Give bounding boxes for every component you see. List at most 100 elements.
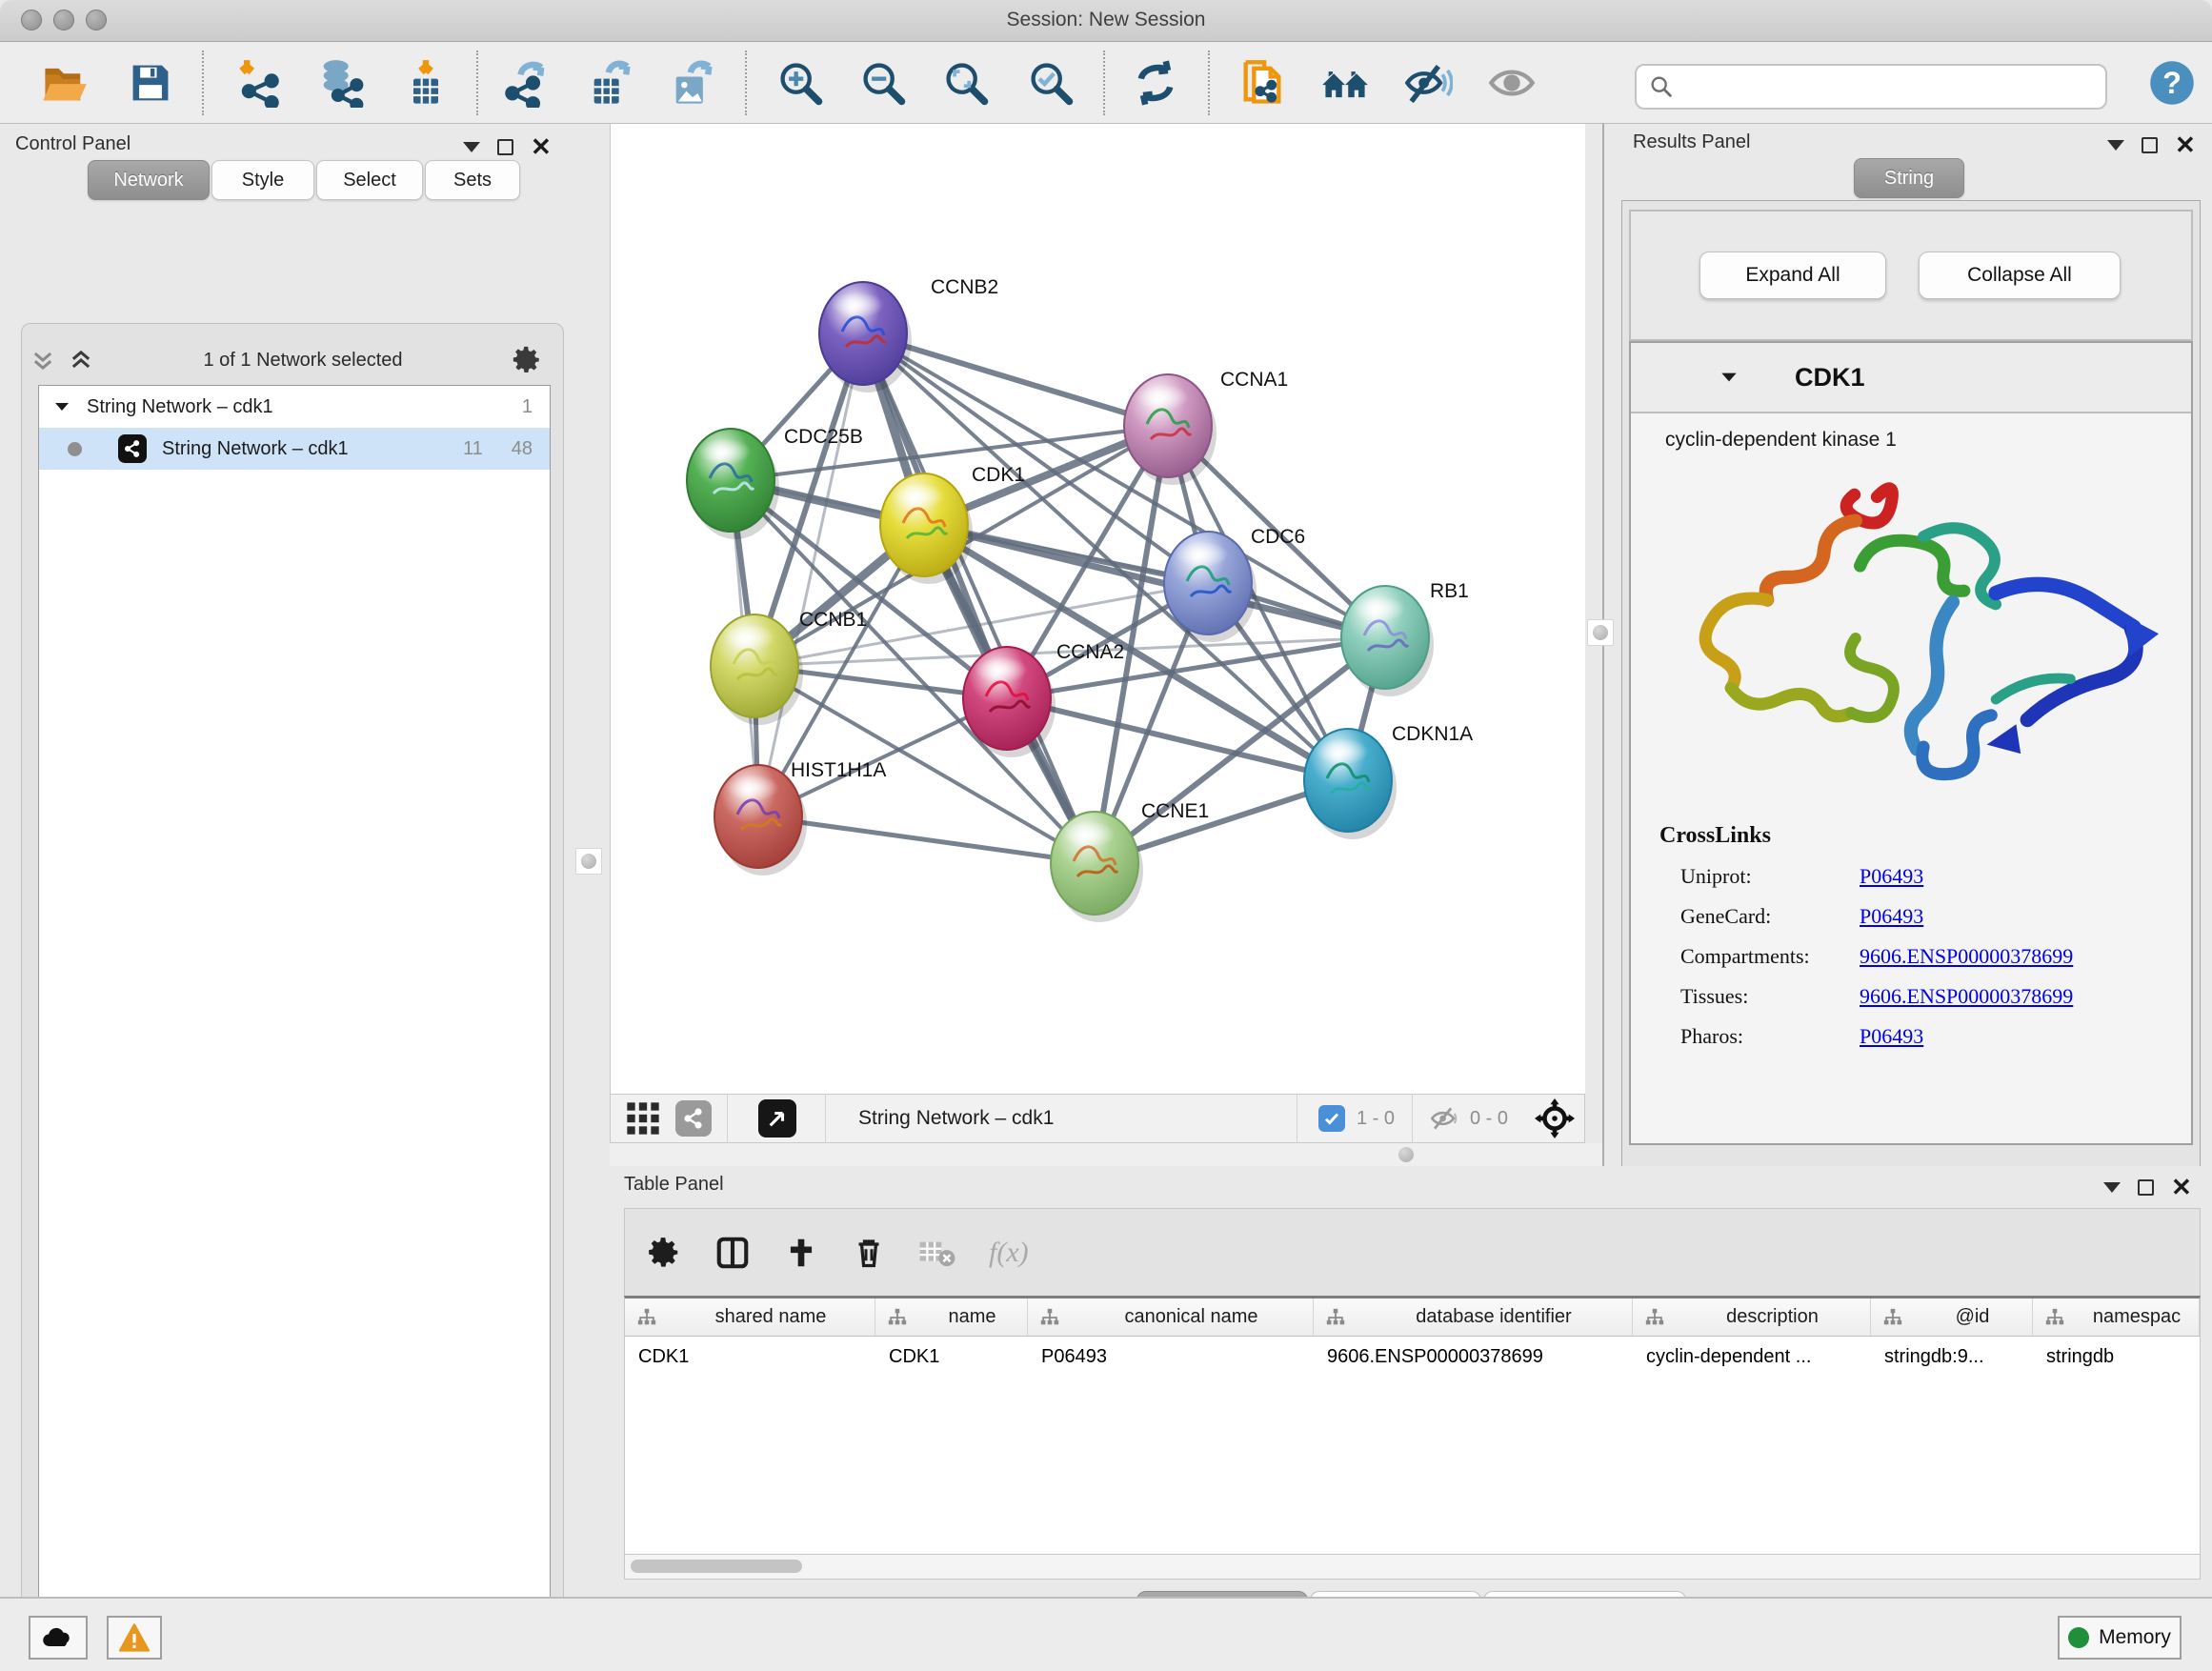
- expand-all-icon[interactable]: [67, 347, 95, 373]
- open-session-icon[interactable]: [38, 56, 91, 110]
- network-node-CDKN1A[interactable]: [1304, 729, 1397, 839]
- table-cell[interactable]: 9606.ENSP00000378699: [1314, 1337, 1633, 1377]
- network-node-CCNB2[interactable]: [819, 282, 912, 393]
- clone-network-icon[interactable]: [1236, 56, 1289, 110]
- help-icon[interactable]: ?: [2145, 56, 2199, 110]
- table-hscrollbar[interactable]: [624, 1555, 2201, 1580]
- network-edge[interactable]: [863, 333, 1095, 863]
- collapse-all-icon[interactable]: [29, 347, 57, 373]
- network-row-selected[interactable]: String Network – cdk1 11 48: [39, 428, 550, 470]
- panel-float-icon[interactable]: [2142, 137, 2158, 153]
- svg-text:?: ?: [2162, 66, 2182, 100]
- panel-close-icon[interactable]: ✕: [2171, 1179, 2192, 1196]
- collection-expand-icon[interactable]: [52, 397, 71, 416]
- zoom-in-icon[interactable]: [774, 56, 827, 110]
- gear-icon[interactable]: [511, 344, 543, 376]
- tab-string[interactable]: String: [1854, 158, 1964, 198]
- expand-all-button[interactable]: Expand All: [1699, 252, 1886, 299]
- export-table-icon[interactable]: [584, 56, 637, 110]
- birdseye-view-icon[interactable]: [758, 1099, 796, 1137]
- hide-eye-icon[interactable]: [1401, 56, 1455, 110]
- refresh-icon[interactable]: [1129, 56, 1182, 110]
- network-edge[interactable]: [758, 816, 1095, 863]
- node-label-CDK1: CDK1: [972, 464, 1025, 486]
- delete-table-icon[interactable]: [918, 1237, 956, 1269]
- save-session-icon[interactable]: [124, 56, 177, 110]
- column-header-database-identifier[interactable]: database identifier: [1314, 1299, 1633, 1336]
- tab-select[interactable]: Select: [316, 160, 423, 200]
- network-node-CCNA1[interactable]: [1124, 374, 1217, 485]
- export-network-icon[interactable]: [500, 56, 553, 110]
- table-cell[interactable]: cyclin-dependent ...: [1633, 1337, 1871, 1377]
- left-splitter-handle[interactable]: [575, 848, 602, 875]
- column-header-canonical-name[interactable]: canonical name: [1028, 1299, 1314, 1336]
- string-home-icon[interactable]: [1318, 56, 1372, 110]
- panel-menu-icon[interactable]: [2107, 140, 2124, 151]
- network-node-CDC25B[interactable]: [687, 429, 779, 539]
- table-hscrollbar-thumb[interactable]: [631, 1560, 802, 1573]
- panel-float-icon[interactable]: [497, 139, 513, 155]
- table-cell[interactable]: CDK1: [875, 1337, 1028, 1377]
- gene-header-row[interactable]: CDK1: [1631, 343, 2191, 413]
- tab-network[interactable]: Network: [88, 160, 210, 200]
- network-node-CCNE1[interactable]: [1051, 812, 1143, 922]
- column-header-name[interactable]: name: [875, 1299, 1028, 1336]
- import-network-icon[interactable]: [231, 56, 284, 110]
- network-node-RB1[interactable]: [1341, 586, 1434, 696]
- search-input[interactable]: [1675, 76, 2084, 98]
- add-column-icon[interactable]: [783, 1235, 819, 1271]
- column-header-description[interactable]: description: [1633, 1299, 1871, 1336]
- right-splitter-handle[interactable]: [1587, 619, 1614, 646]
- show-columns-icon[interactable]: [714, 1235, 751, 1271]
- import-table-icon[interactable]: [399, 56, 452, 110]
- column-header-namespac[interactable]: namespac: [2033, 1299, 2200, 1336]
- show-eye-icon[interactable]: [1485, 56, 1538, 110]
- search-field[interactable]: [1635, 64, 2107, 110]
- table-cell[interactable]: stringdb:9...: [1871, 1337, 2033, 1377]
- table-gear-icon[interactable]: [646, 1235, 682, 1271]
- crosslink-link[interactable]: 9606.ENSP00000378699: [1860, 984, 2073, 1009]
- table-row[interactable]: CDK1CDK1P064939606.ENSP00000378699cyclin…: [625, 1337, 2200, 1377]
- fit-content-icon[interactable]: [1535, 1098, 1575, 1138]
- grid-view-icon[interactable]: [624, 1099, 662, 1137]
- zoom-fit-icon[interactable]: [939, 56, 993, 110]
- crosslink-link[interactable]: 9606.ENSP00000378699: [1860, 944, 2073, 969]
- network-collection-row[interactable]: String Network – cdk1 1: [39, 386, 550, 428]
- node-label-HIST1H1A: HIST1H1A: [791, 759, 886, 781]
- network-edge[interactable]: [924, 525, 1385, 637]
- crosslink-link[interactable]: P06493: [1860, 864, 1923, 889]
- export-image-icon[interactable]: [666, 56, 719, 110]
- crosslink-link[interactable]: P06493: [1860, 904, 1923, 929]
- delete-column-icon[interactable]: [852, 1235, 886, 1271]
- column-header-shared-name[interactable]: shared name: [625, 1299, 875, 1336]
- memory-button[interactable]: Memory: [2058, 1616, 2182, 1660]
- panel-close-icon[interactable]: ✕: [531, 139, 552, 155]
- collapse-all-button[interactable]: Collapse All: [1919, 252, 2121, 299]
- panel-menu-icon[interactable]: [463, 142, 480, 152]
- function-builder-icon[interactable]: f(x): [989, 1237, 1029, 1269]
- network-node-CCNB1[interactable]: [711, 614, 803, 725]
- table-cell[interactable]: CDK1: [625, 1337, 875, 1377]
- selected-checkbox-icon[interactable]: [1318, 1105, 1345, 1132]
- crosslink-link[interactable]: P06493: [1860, 1024, 1923, 1049]
- zoom-selected-icon[interactable]: [1024, 56, 1077, 110]
- warnings-button[interactable]: [107, 1616, 162, 1660]
- zoom-out-icon[interactable]: [856, 56, 910, 110]
- tab-sets[interactable]: Sets: [425, 160, 520, 200]
- column-header--id[interactable]: @id: [1871, 1299, 2033, 1336]
- panel-close-icon[interactable]: ✕: [2175, 137, 2196, 153]
- main-toolbar: ?: [0, 43, 2212, 124]
- gene-collapse-icon[interactable]: [1719, 367, 1739, 388]
- hidden-eye-icon[interactable]: [1428, 1102, 1460, 1135]
- network-canvas[interactable]: CCNB2CCNA1CDC25BCDK1CDC6RB1CCNB1CCNA2CDK…: [610, 124, 1585, 1094]
- cloud-button[interactable]: [29, 1616, 88, 1660]
- tab-style[interactable]: Style: [211, 160, 314, 200]
- import-database-icon[interactable]: [313, 56, 367, 110]
- network-node-HIST1H1A[interactable]: [714, 765, 807, 876]
- panel-float-icon[interactable]: [2138, 1179, 2154, 1196]
- network-node-CDK1[interactable]: [880, 473, 973, 584]
- network-share-icon[interactable]: [675, 1100, 712, 1137]
- table-cell[interactable]: P06493: [1028, 1337, 1314, 1377]
- table-cell[interactable]: stringdb: [2033, 1337, 2200, 1377]
- panel-menu-icon[interactable]: [2103, 1182, 2121, 1193]
